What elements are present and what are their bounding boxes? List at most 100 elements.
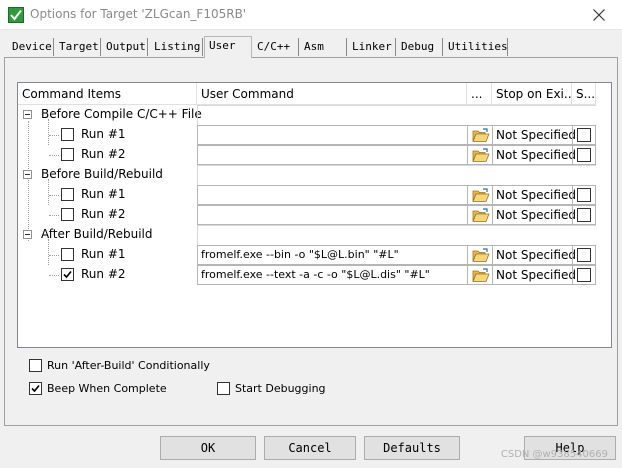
group-label: Before Build/Rebuild <box>41 167 163 181</box>
watermark: CSDN @w938540669 <box>500 449 608 460</box>
tree-item[interactable]: Run #1 <box>18 245 196 265</box>
run-label: Run #1 <box>81 187 126 201</box>
group-fill <box>197 105 596 125</box>
checkmark-icon <box>63 270 72 279</box>
beep-label: Beep When Complete <box>47 382 167 395</box>
folder-open-icon <box>472 128 490 142</box>
run-checkbox[interactable] <box>61 148 74 161</box>
tree-item[interactable]: Run #2 <box>18 265 196 285</box>
table-row: Run #2 Not Specified <box>18 205 613 225</box>
table-row: Run #2 fromelf.exe --text -a -c -o "$L@L… <box>18 265 613 285</box>
tree-group-row: Before Build/Rebuild <box>18 165 613 185</box>
start-debugging-checkbox[interactable] <box>217 382 230 395</box>
run-checkbox[interactable] <box>61 248 74 261</box>
user-command-input[interactable]: fromelf.exe --text -a -c -o "$L@L.dis" "… <box>197 265 467 285</box>
stop-on-exit-select[interactable]: Not Specified <box>492 245 576 265</box>
close-button[interactable] <box>576 0 622 30</box>
user-command-input[interactable] <box>197 205 467 225</box>
run-checkbox[interactable] <box>61 208 74 221</box>
tab-linker[interactable]: Linker <box>348 38 396 56</box>
browse-button[interactable] <box>467 245 492 265</box>
defaults-button[interactable]: Defaults <box>364 436 460 460</box>
user-commands-grid: Command Items User Command ... Stop on E… <box>17 82 612 348</box>
run-label: Run #2 <box>81 147 126 161</box>
s-checkbox[interactable] <box>577 188 591 202</box>
collapse-icon[interactable] <box>23 170 32 179</box>
tab-utilities[interactable]: Utilities <box>444 38 508 56</box>
run-label: Run #2 <box>81 267 126 281</box>
stop-on-exit-select[interactable]: Not Specified <box>492 185 576 205</box>
tab-strip: Device Target Output Listing User C/C++ … <box>0 36 622 58</box>
collapse-icon[interactable] <box>23 110 32 119</box>
group-label: After Build/Rebuild <box>41 227 153 241</box>
user-command-input[interactable] <box>197 125 467 145</box>
tree-group[interactable]: Before Build/Rebuild <box>18 165 196 185</box>
s-cell <box>572 125 596 145</box>
table-row: Run #1 fromelf.exe --bin -o "$L@L.bin" "… <box>18 245 613 265</box>
stop-on-exit-select[interactable]: Not Specified <box>492 265 576 285</box>
tab-debug[interactable]: Debug <box>397 38 443 56</box>
ok-button[interactable]: OK <box>160 436 256 460</box>
browse-button[interactable] <box>467 265 492 285</box>
tab-output[interactable]: Output <box>102 38 148 56</box>
tab-listing[interactable]: Listing <box>150 38 203 56</box>
s-checkbox[interactable] <box>577 148 591 162</box>
table-row: Run #2 Not Specified <box>18 145 613 165</box>
tab-asm[interactable]: Asm <box>300 38 347 56</box>
collapse-icon[interactable] <box>23 230 32 239</box>
user-tab-panel: Command Items User Command ... Stop on E… <box>4 57 618 426</box>
tab-c-cpp[interactable]: C/C++ <box>253 38 299 56</box>
s-checkbox[interactable] <box>577 268 591 282</box>
stop-on-exit-select[interactable]: Not Specified <box>492 145 576 165</box>
tree-group-row: After Build/Rebuild <box>18 225 613 245</box>
tab-device[interactable]: Device <box>8 38 54 56</box>
user-command-input[interactable] <box>197 145 467 165</box>
tree-line <box>49 135 59 136</box>
tree-line <box>49 155 59 156</box>
stop-on-exit-select[interactable]: Not Specified <box>492 125 576 145</box>
tree-line <box>49 255 59 256</box>
s-cell <box>572 245 596 265</box>
s-cell <box>572 265 596 285</box>
tree-item[interactable]: Run #2 <box>18 205 196 225</box>
user-command-input[interactable] <box>197 185 467 205</box>
tree-line <box>49 275 59 276</box>
browse-button[interactable] <box>467 145 492 165</box>
tree-item[interactable]: Run #1 <box>18 185 196 205</box>
cancel-button[interactable]: Cancel <box>264 436 356 460</box>
header-browse[interactable]: ... <box>467 83 492 105</box>
browse-button[interactable] <box>467 125 492 145</box>
header-command-items[interactable]: Command Items <box>18 83 197 105</box>
tree-group[interactable]: After Build/Rebuild <box>18 225 196 245</box>
s-checkbox[interactable] <box>577 248 591 262</box>
run-checkbox[interactable] <box>61 188 74 201</box>
group-label: Before Compile C/C++ File <box>41 107 202 121</box>
table-row: Run #1 Not Specified <box>18 185 613 205</box>
table-row: Run #1 Not Specified <box>18 125 613 145</box>
tab-target[interactable]: Target <box>55 38 101 56</box>
beep-checkbox[interactable] <box>29 382 42 395</box>
keil-uvision-icon <box>8 7 24 23</box>
stop-on-exit-select[interactable]: Not Specified <box>492 205 576 225</box>
run-label: Run #2 <box>81 207 126 221</box>
header-stop-on-exit[interactable]: Stop on Exi... <box>492 83 572 105</box>
tree-item[interactable]: Run #1 <box>18 125 196 145</box>
run-after-build-checkbox[interactable] <box>29 359 42 372</box>
tree-item[interactable]: Run #2 <box>18 145 196 165</box>
tree-group-row: Before Compile C/C++ File <box>18 105 613 125</box>
tree-group[interactable]: Before Compile C/C++ File <box>18 105 202 125</box>
checkmark-icon <box>31 384 40 393</box>
header-s[interactable]: S... <box>572 83 596 105</box>
run-checkbox-checked[interactable] <box>61 268 74 281</box>
run-label: Run #1 <box>81 247 126 261</box>
tab-user[interactable]: User <box>204 36 252 58</box>
run-checkbox[interactable] <box>61 128 74 141</box>
user-command-input[interactable]: fromelf.exe --bin -o "$L@L.bin" "#L" <box>197 245 467 265</box>
window-title: Options for Target 'ZLGcan_F105RB' <box>30 7 247 21</box>
browse-button[interactable] <box>467 205 492 225</box>
s-checkbox[interactable] <box>577 208 591 222</box>
tree-line <box>49 215 59 216</box>
s-checkbox[interactable] <box>577 128 591 142</box>
header-user-command[interactable]: User Command <box>197 83 467 105</box>
browse-button[interactable] <box>467 185 492 205</box>
